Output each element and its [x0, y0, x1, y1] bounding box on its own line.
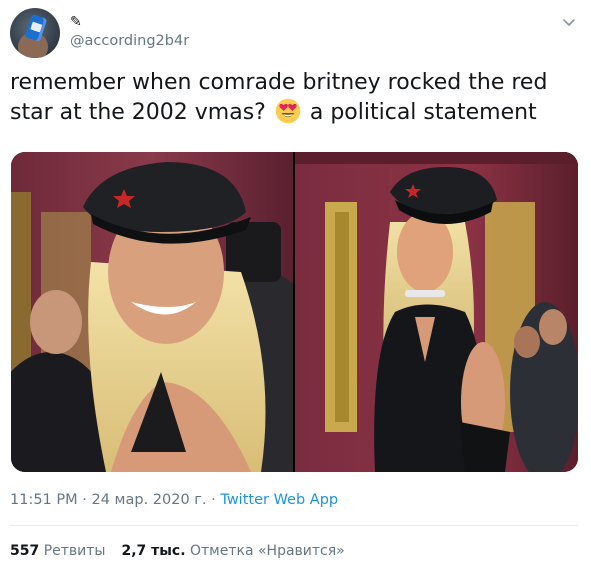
photo-left[interactable]: [11, 152, 293, 472]
author-handle[interactable]: @according2b4r: [70, 33, 189, 49]
retweets-stat[interactable]: 557 Ретвиты: [10, 543, 105, 559]
likes-label: Отметка «Нравится»: [190, 543, 345, 559]
author-display-name[interactable]: ✎: [70, 14, 82, 30]
retweets-label: Ретвиты: [43, 543, 106, 559]
tweet-media[interactable]: [11, 152, 578, 472]
tweet-text: remember when comrade britney rocked the…: [10, 68, 575, 128]
divider: [10, 525, 578, 526]
heart-eyes-emoji-icon: [275, 98, 301, 124]
tweet-date[interactable]: 24 мар. 2020 г.: [91, 492, 206, 508]
meta-separator: ·: [82, 492, 87, 508]
tweet-time[interactable]: 11:51 PM: [10, 492, 78, 508]
retweets-count: 557: [10, 543, 40, 559]
source-app-link[interactable]: Twitter Web App: [220, 492, 338, 508]
meta-separator-2: ·: [211, 492, 216, 508]
chevron-down-icon[interactable]: [561, 14, 577, 30]
photo-right[interactable]: [295, 152, 578, 472]
tweet-meta: 11:51 PM · 24 мар. 2020 г. · Twitter Web…: [10, 492, 338, 508]
tweet-header: ✎ @according2b4r: [10, 8, 581, 60]
likes-count: 2,7 тыс.: [121, 543, 186, 559]
tweet-text-part-2: a political statement: [309, 100, 537, 125]
likes-stat[interactable]: 2,7 тыс. Отметка «Нравится»: [121, 543, 344, 559]
avatar[interactable]: [10, 8, 60, 58]
tweet-stats: 557 Ретвиты 2,7 тыс. Отметка «Нравится»: [10, 543, 345, 559]
